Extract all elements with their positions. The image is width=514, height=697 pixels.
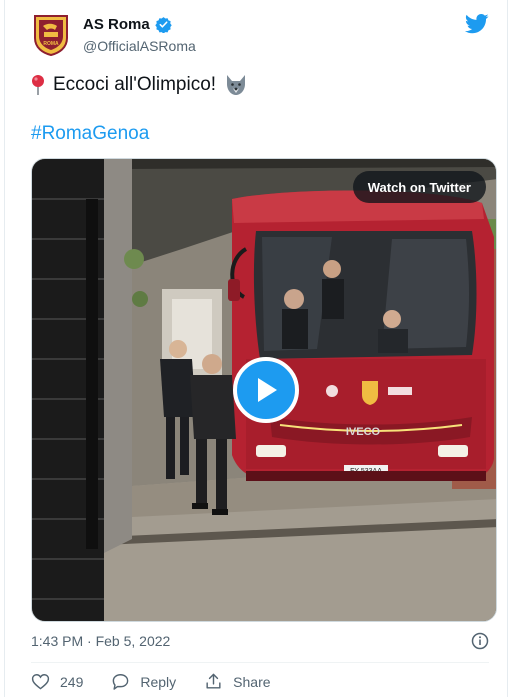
share-button[interactable]: Share bbox=[204, 672, 271, 691]
tweet-text: Eccoci all'Olimpico! bbox=[53, 74, 217, 95]
account-handle[interactable]: @OfficialASRoma bbox=[83, 38, 196, 54]
watch-on-twitter-button[interactable]: Watch on Twitter bbox=[352, 171, 486, 203]
play-icon bbox=[258, 378, 277, 402]
tweet-card[interactable]: ROMA AS Roma @OfficialASRoma Eccoci all'… bbox=[4, 0, 508, 697]
logo-text: ROMA bbox=[43, 41, 59, 47]
bus-brand-text: IVECO bbox=[346, 426, 381, 438]
divider bbox=[31, 662, 489, 663]
reply-label: Reply bbox=[140, 673, 177, 690]
play-button[interactable] bbox=[233, 357, 299, 423]
twitter-bird-icon[interactable] bbox=[465, 14, 489, 34]
avatar[interactable]: ROMA bbox=[31, 14, 71, 57]
action-bar: 249 Reply Share bbox=[31, 672, 299, 691]
like-button[interactable]: 249 bbox=[31, 672, 83, 691]
info-icon[interactable] bbox=[471, 632, 489, 650]
verified-badge-icon bbox=[154, 17, 172, 33]
share-label: Share bbox=[233, 673, 271, 690]
share-icon bbox=[206, 673, 221, 689]
reply-button[interactable]: Reply bbox=[111, 672, 176, 691]
like-count: 249 bbox=[60, 673, 84, 690]
reply-bubble-icon bbox=[113, 674, 129, 690]
round-pushpin-icon bbox=[32, 75, 44, 95]
hashtag-link[interactable]: #RomaGenoa bbox=[31, 123, 149, 145]
video-player[interactable]: IVECO FY 533AA Watch on Twitter bbox=[31, 158, 497, 622]
tweet-timestamp[interactable]: 1:43 PM · Feb 5, 2022 bbox=[31, 633, 170, 649]
account-name[interactable]: AS Roma bbox=[83, 16, 150, 33]
wolf-icon bbox=[227, 75, 246, 95]
heart-icon bbox=[31, 674, 50, 690]
